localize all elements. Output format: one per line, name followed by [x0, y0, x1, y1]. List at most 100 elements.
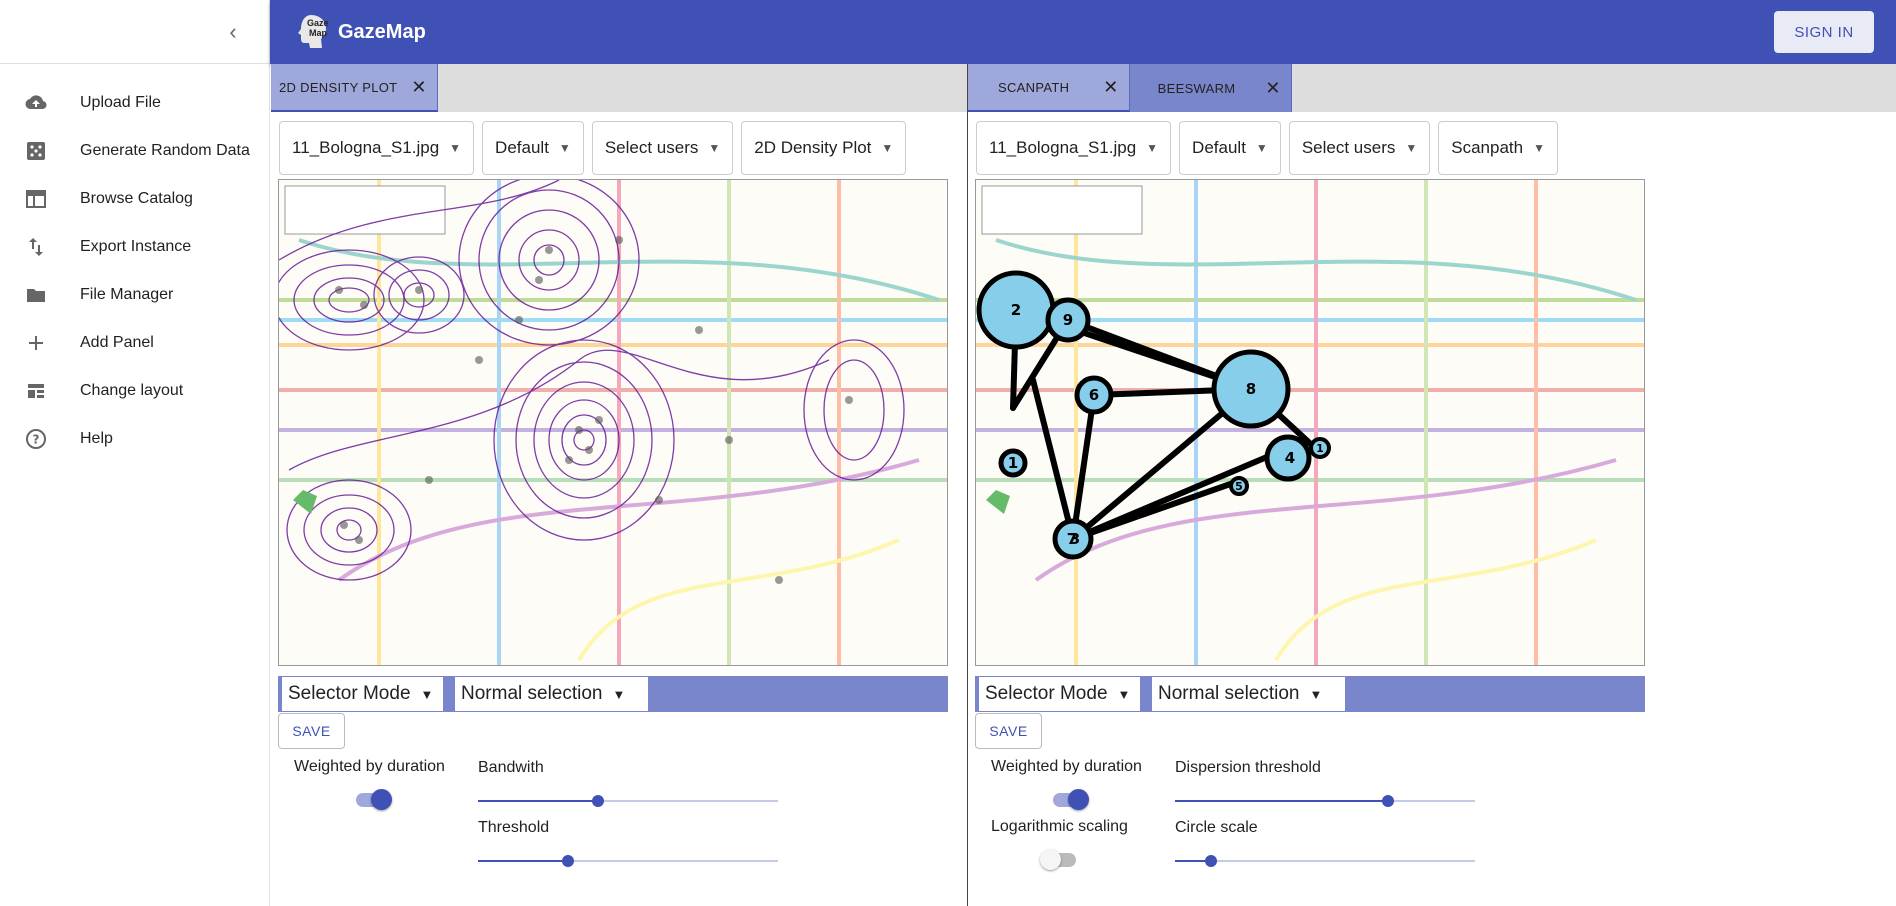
caret-down-icon: ▼ [420, 686, 434, 702]
slider-fill [478, 800, 598, 802]
density-plot-canvas[interactable] [278, 179, 948, 666]
weighted-label: Weighted by duration [294, 758, 445, 775]
logo-text: Map [309, 28, 327, 38]
caret-down-icon: ▼ [1117, 686, 1131, 702]
bologna-map-scanpath: 2 9 6 1 8 4 5 7 3 1 [976, 180, 1644, 665]
folder-icon [24, 283, 48, 307]
sidebar-item-file-manager[interactable]: File Manager [0, 271, 269, 319]
users-select[interactable]: Select users ▼ [1288, 121, 1431, 175]
close-icon[interactable]: ✕ [1265, 78, 1280, 99]
catalog-icon [24, 187, 48, 211]
threshold-slider[interactable] [478, 854, 778, 868]
select-value: Default [1192, 138, 1246, 157]
toggle-thumb [371, 789, 392, 810]
sidebar-item-label: File Manager [80, 286, 174, 303]
caret-down-icon: ▼ [612, 686, 626, 702]
help-icon: ? [24, 427, 48, 451]
slider-fill [1175, 800, 1388, 802]
slider-thumb[interactable] [562, 855, 574, 867]
save-button[interactable]: SAVE [975, 713, 1042, 749]
sidebar-item-label: Upload File [80, 94, 161, 111]
dice-icon [24, 139, 48, 163]
select-value: Scanpath [1451, 138, 1524, 157]
bandwidth-slider[interactable] [478, 794, 778, 808]
color-select[interactable]: Default ▼ [1179, 121, 1281, 175]
visualization-select[interactable]: 2D Density Plot ▼ [741, 121, 907, 175]
sidebar-item-browse-catalog[interactable]: Browse Catalog [0, 175, 269, 223]
tab-scanpath[interactable]: SCANPATH ✕ [968, 64, 1130, 112]
select-value: Default [495, 138, 549, 157]
sidebar-item-export-instance[interactable]: Export Instance [0, 223, 269, 271]
sidebar-item-change-layout[interactable]: Change layout [0, 367, 269, 415]
fixation-label: 1 [1008, 454, 1018, 472]
sidebar-item-label: Generate Random Data [80, 142, 250, 159]
fixation-label: 5 [1235, 480, 1243, 493]
dispersion-slider[interactable] [1175, 794, 1475, 808]
stimulus-select[interactable]: 11_Bologna_S1.jpg ▼ [279, 121, 475, 175]
close-icon[interactable]: ✕ [411, 77, 426, 98]
selection-select[interactable]: Normal selection ▼ [455, 677, 648, 711]
caret-down-icon: ▼ [558, 141, 571, 155]
users-select[interactable]: Select users ▼ [591, 121, 734, 175]
close-icon[interactable]: ✕ [1103, 77, 1118, 98]
tab-beeswarm[interactable]: BEESWARM ✕ [1129, 64, 1292, 112]
caret-down-icon: ▼ [1146, 141, 1159, 155]
svg-text:?: ? [33, 433, 40, 447]
tab-label: BEESWARM [1157, 80, 1236, 96]
selection-select[interactable]: Normal selection ▼ [1152, 677, 1345, 711]
left-dropdowns: 11_Bologna_S1.jpg ▼ Default ▼ Select users… [271, 112, 967, 180]
sidebar-item-label: Help [80, 430, 113, 447]
cloud-upload-icon [24, 91, 48, 115]
app-bar: Gaze Map GazeMap SIGN IN [270, 0, 1896, 64]
plus-icon [24, 331, 48, 355]
sidebar-item-add-panel[interactable]: Add Panel [0, 319, 269, 367]
color-select[interactable]: Default ▼ [482, 121, 584, 175]
caret-down-icon: ▼ [1405, 141, 1418, 155]
circle-scale-label: Circle scale [1175, 819, 1258, 836]
app-title: GazeMap [338, 20, 426, 43]
slider-thumb[interactable] [592, 795, 604, 807]
weighted-toggle[interactable] [1049, 789, 1089, 810]
tab-2d-density-plot[interactable]: 2D DENSITY PLOT ✕ [271, 64, 438, 112]
sign-in-button[interactable]: SIGN IN [1774, 11, 1874, 53]
slider-thumb[interactable] [1205, 855, 1217, 867]
chevron-left-icon[interactable]: ‹ [219, 18, 247, 46]
sidebar-item-generate-random-data[interactable]: Generate Random Data [0, 127, 269, 175]
toggle-thumb [1068, 789, 1089, 810]
save-button[interactable]: SAVE [278, 713, 345, 749]
dispersion-label: Dispersion threshold [1175, 759, 1321, 776]
toggle-thumb [1040, 849, 1061, 870]
logo-text: Gaze [307, 18, 329, 28]
fixation-label: 8 [1246, 380, 1256, 398]
sidebar-item-upload-file[interactable]: Upload File [0, 79, 269, 127]
layout-icon [24, 379, 48, 403]
select-value: Selector Mode [288, 683, 411, 704]
selector-mode-select[interactable]: Selector Mode ▼ [979, 677, 1140, 711]
scanpath-canvas[interactable]: 2 9 6 1 8 4 5 7 3 1 [975, 179, 1645, 666]
right-selector-toolbar: Selector Mode ▼ Normal selection ▼ [975, 676, 1645, 712]
fixation-label: 6 [1089, 386, 1099, 404]
sidebar-item-label: Add Panel [80, 334, 154, 351]
sidebar-item-label: Change layout [80, 382, 184, 399]
select-value: Select users [604, 138, 699, 157]
logarithmic-toggle[interactable] [1040, 849, 1080, 870]
sidebar: ‹ Upload File Generate Random Data Brows… [0, 0, 270, 906]
left-selector-toolbar: Selector Mode ▼ Normal selection ▼ [278, 676, 948, 712]
selector-mode-select[interactable]: Selector Mode ▼ [282, 677, 443, 711]
sidebar-item-help[interactable]: ? Help [0, 415, 269, 463]
fixation-label: 3 [1070, 530, 1080, 548]
caret-down-icon: ▼ [708, 141, 721, 155]
fixation-label: 1 [1316, 442, 1324, 455]
stimulus-select[interactable]: 11_Bologna_S1.jpg ▼ [976, 121, 1172, 175]
circle-scale-slider[interactable] [1175, 854, 1475, 868]
slider-thumb[interactable] [1382, 795, 1394, 807]
caret-down-icon: ▼ [881, 141, 894, 155]
visualization-select[interactable]: Scanpath ▼ [1438, 121, 1558, 175]
fixation-label: 4 [1285, 449, 1295, 467]
select-value: 11_Bologna_S1.jpg [292, 138, 440, 157]
slider-fill [478, 860, 568, 862]
weighted-toggle[interactable] [352, 789, 392, 810]
sidebar-item-label: Export Instance [80, 238, 192, 255]
fixation-circles [976, 270, 1331, 560]
caret-down-icon: ▼ [1309, 686, 1323, 702]
